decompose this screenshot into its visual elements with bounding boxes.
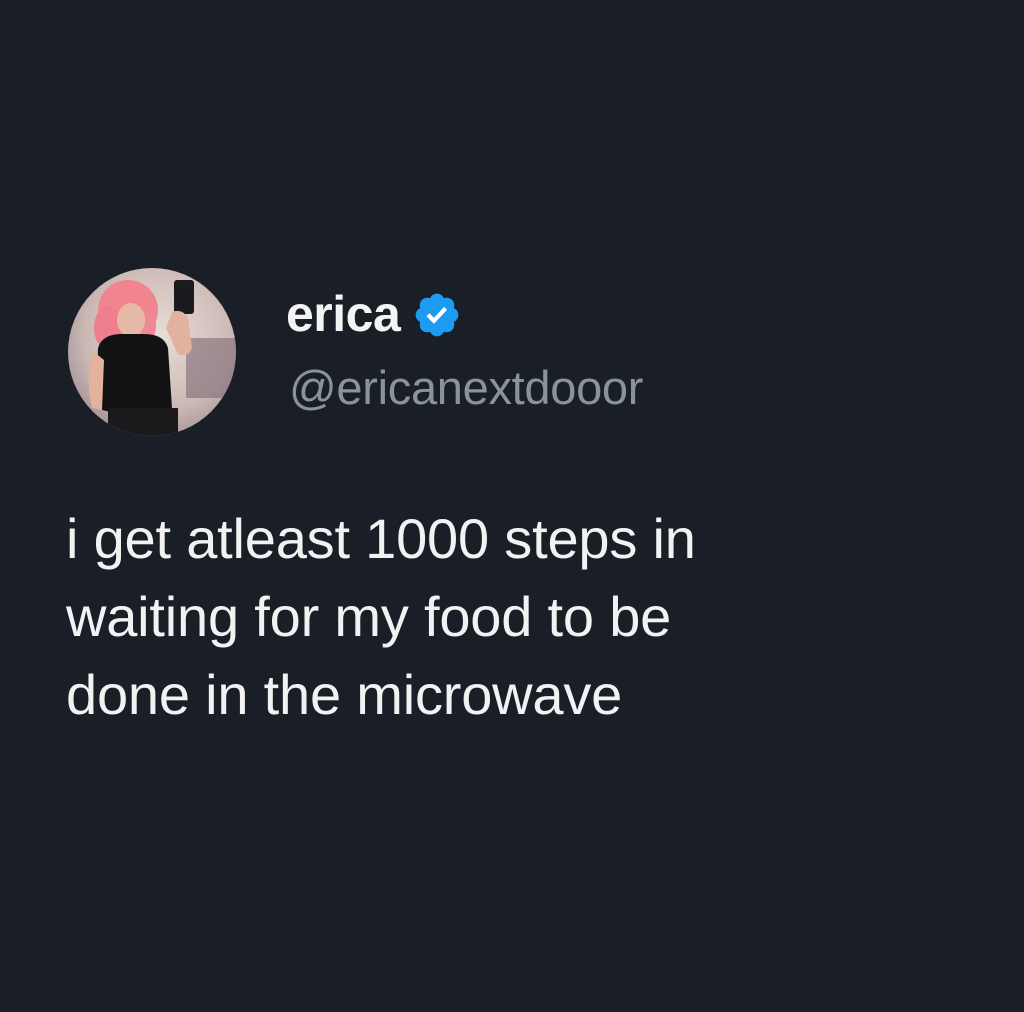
tweet-text-line: waiting for my food to be: [66, 585, 672, 648]
display-name-row: erica: [286, 282, 462, 346]
display-name[interactable]: erica: [286, 289, 401, 339]
author-handle[interactable]: @ericanextdooor: [289, 364, 643, 411]
tweet-text: i get atleast 1000 steps in waiting for …: [66, 500, 966, 734]
verified-badge-icon: [412, 290, 462, 340]
tweet-text-line: done in the microwave: [66, 663, 623, 726]
tweet-text-line: i get atleast 1000 steps in: [66, 507, 696, 570]
tweet-card: erica @ericanextdooor i get atleast 1000…: [0, 0, 1024, 1012]
avatar[interactable]: [68, 268, 236, 436]
profile-photo: [68, 268, 236, 436]
